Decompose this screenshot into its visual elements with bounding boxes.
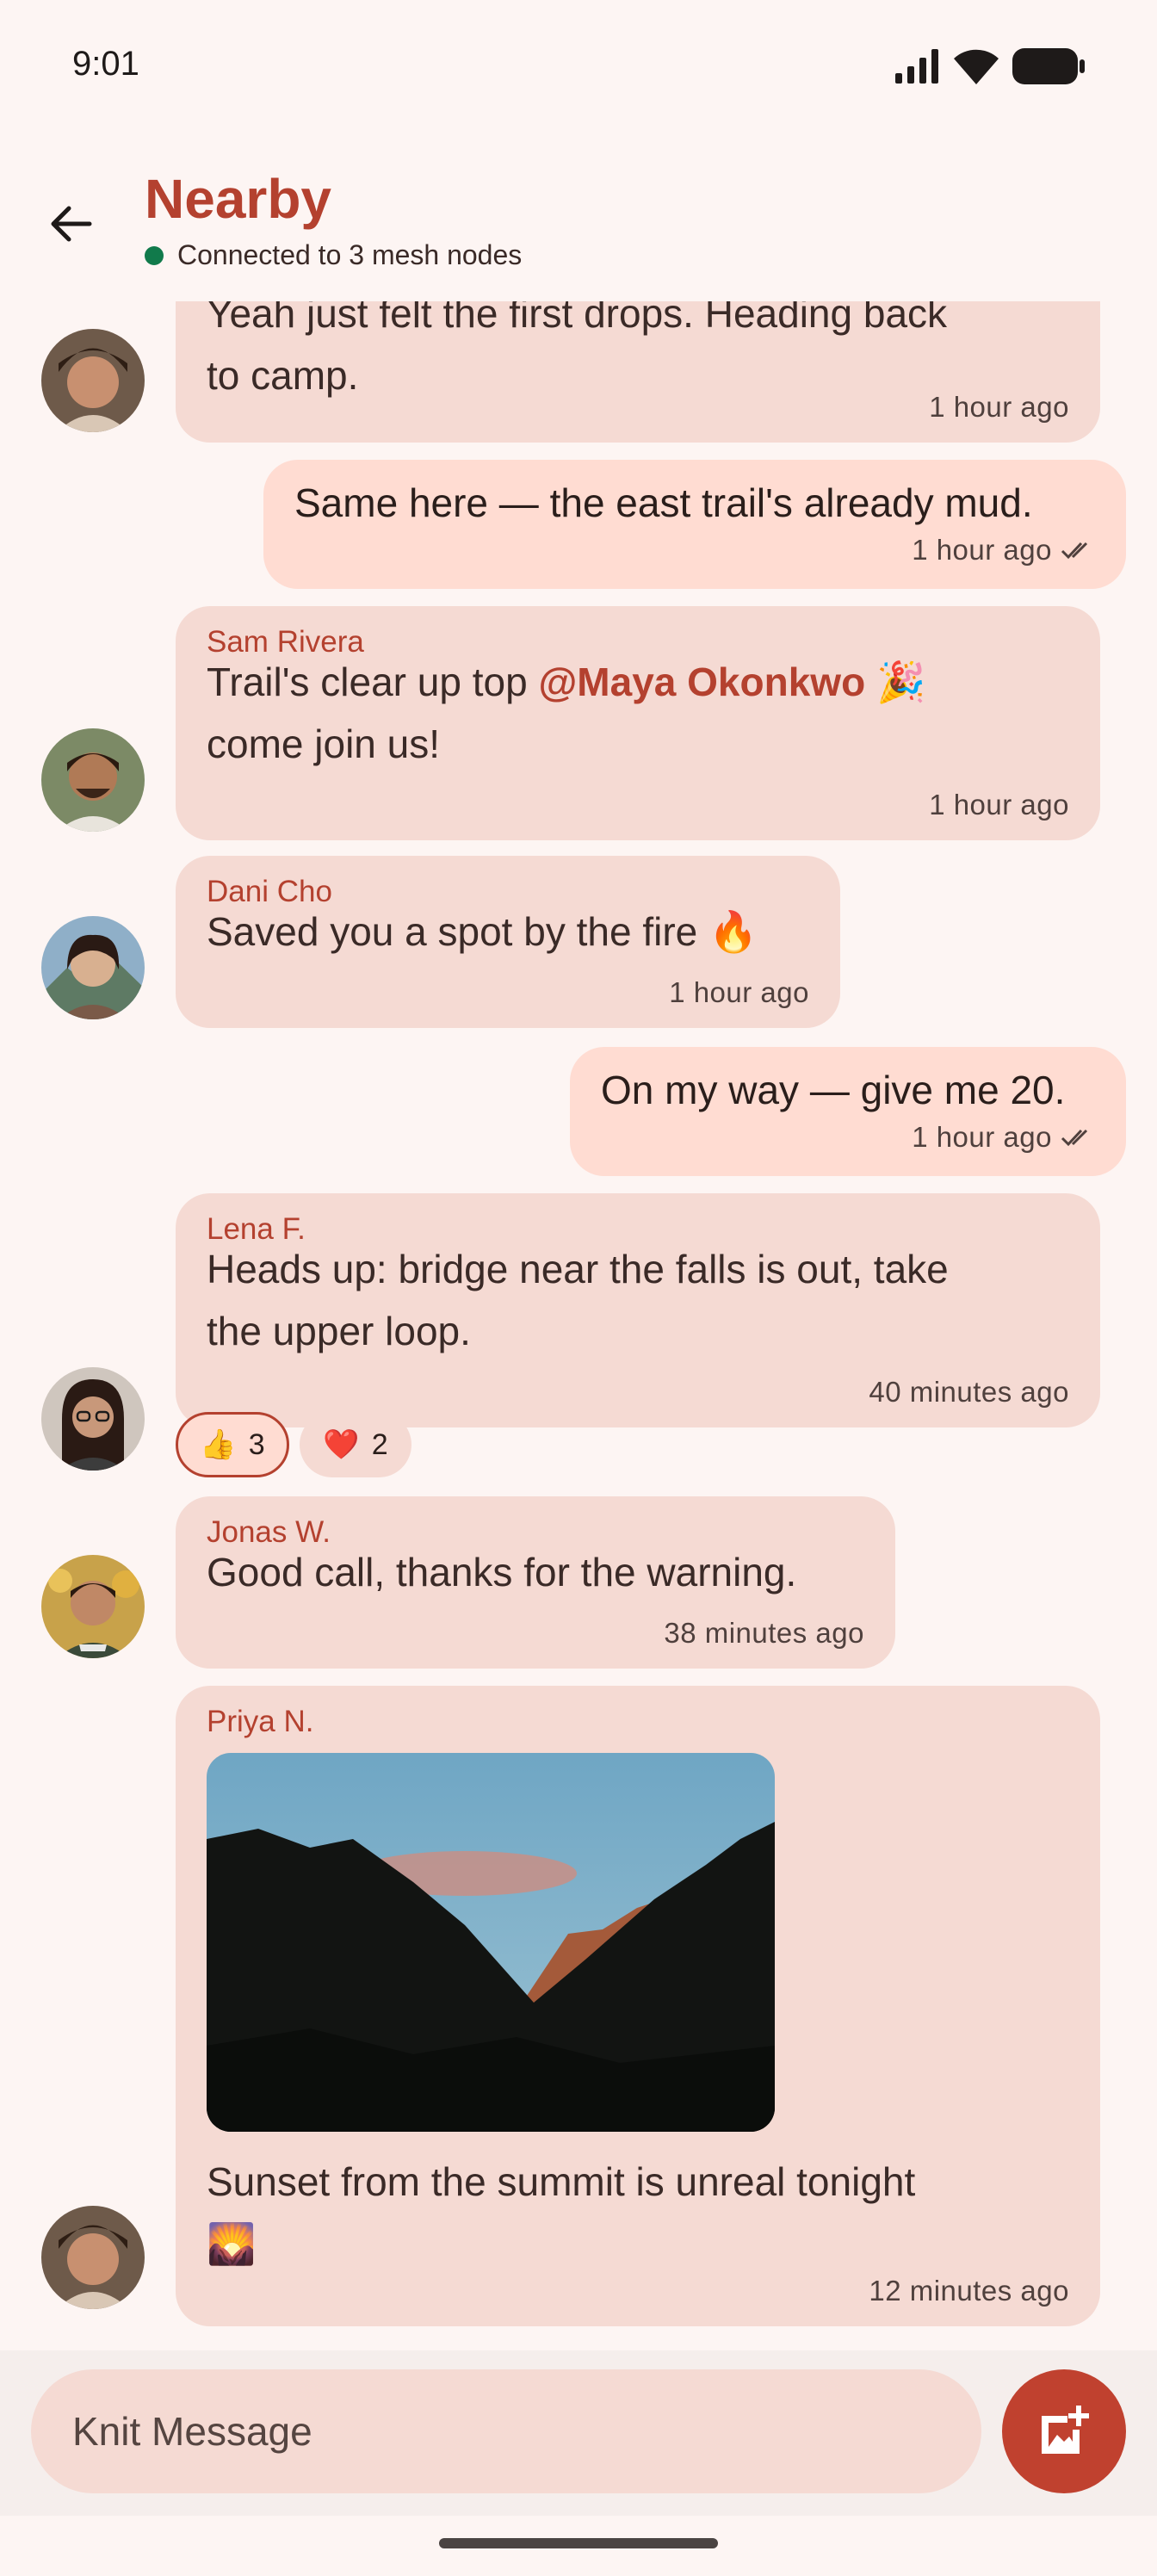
double-check-icon bbox=[1061, 542, 1088, 560]
message-text: 🌄 bbox=[207, 2221, 257, 2266]
avatar[interactable] bbox=[41, 728, 145, 832]
reaction-chip-thumbs-up[interactable]: 👍 3 bbox=[176, 1412, 289, 1477]
message-text: the upper loop. bbox=[207, 1309, 471, 1353]
reaction-count: 3 bbox=[248, 1427, 265, 1461]
avatar[interactable] bbox=[41, 916, 145, 1019]
message-bubble[interactable]: Sam Rivera Trail's clear up top @Maya Ok… bbox=[176, 606, 1100, 840]
reaction-chip-heart[interactable]: ❤️ 2 bbox=[300, 1412, 411, 1477]
message-text: Yeah just felt the first drops. Heading … bbox=[207, 301, 948, 336]
message-time: 40 minutes ago bbox=[869, 1376, 1069, 1408]
message-text: On my way — give me 20. bbox=[601, 1068, 1066, 1112]
message-text: Saved you a spot by the fire 🔥 bbox=[207, 909, 758, 954]
message-text: Trail's clear up top @Maya Okonkwo 🎉 bbox=[207, 659, 926, 704]
message-text: come join us! bbox=[207, 721, 441, 766]
status-time: 9:01 bbox=[72, 45, 139, 83]
thumbs-up-icon: 👍 bbox=[200, 1428, 237, 1461]
mountain-sunset-photo[interactable] bbox=[207, 1753, 775, 2132]
avatar[interactable] bbox=[41, 2206, 145, 2309]
message-time: 1 hour ago bbox=[929, 789, 1069, 820]
avatar[interactable] bbox=[41, 329, 145, 432]
message-text: to camp. bbox=[207, 353, 359, 398]
home-indicator[interactable] bbox=[439, 2538, 718, 2548]
message-time: 12 minutes ago bbox=[869, 2275, 1069, 2307]
message-text: Same here — the east trail's already mud… bbox=[294, 480, 1033, 525]
message-composer bbox=[0, 2350, 1157, 2516]
message-time: 1 hour ago bbox=[912, 1121, 1095, 1154]
message-bubble[interactable]: Yeah just felt the first drops. Heading … bbox=[176, 301, 1100, 443]
message-time: 38 minutes ago bbox=[664, 1617, 864, 1649]
message-time: 1 hour ago bbox=[912, 534, 1095, 567]
online-dot-icon bbox=[145, 245, 164, 265]
page-title: Nearby bbox=[145, 168, 331, 230]
sender-name: Priya N. bbox=[207, 1705, 314, 1738]
mention-link[interactable]: @Maya Okonkwo bbox=[538, 659, 865, 704]
message-bubble-outgoing[interactable]: On my way — give me 20. 1 hour ago bbox=[570, 1047, 1126, 1176]
message-bubble[interactable]: Lena F. Heads up: bridge near the falls … bbox=[176, 1193, 1100, 1427]
message-text: Good call, thanks for the warning. bbox=[207, 1550, 797, 1595]
attach-photo-button[interactable] bbox=[1002, 2369, 1126, 2493]
back-button[interactable] bbox=[34, 188, 107, 260]
message-time: 1 hour ago bbox=[669, 976, 809, 1008]
chat-screen: 9:01 Yeah just felt the first drops. Hea… bbox=[0, 0, 1157, 2576]
reaction-count: 2 bbox=[371, 1427, 388, 1461]
message-bubble-outgoing[interactable]: Same here — the east trail's already mud… bbox=[263, 460, 1126, 589]
status-icons bbox=[895, 45, 1085, 88]
battery-icon bbox=[1012, 48, 1085, 84]
message-bubble[interactable]: Priya N. Sunset from the summit is unrea… bbox=[176, 1686, 1100, 2326]
message-bubble[interactable]: Dani Cho Saved you a spot by the fire 🔥 … bbox=[176, 856, 840, 1028]
message-bubble[interactable]: Jonas W. Good call, thanks for the warni… bbox=[176, 1496, 895, 1669]
add-photo-icon bbox=[1042, 2406, 1089, 2454]
message-input[interactable] bbox=[31, 2369, 981, 2493]
message-text: Sunset from the summit is unreal tonight bbox=[207, 2159, 916, 2204]
message-time: 1 hour ago bbox=[929, 391, 1069, 423]
connection-subtitle: Connected to 3 mesh nodes bbox=[177, 239, 523, 270]
double-check-icon bbox=[1061, 1129, 1088, 1147]
status-bar: 9:01 bbox=[0, 0, 1157, 138]
top-app-bar: Nearby Connected to 3 mesh nodes bbox=[0, 138, 1157, 301]
heart-icon: ❤️ bbox=[323, 1428, 360, 1461]
arrow-back-icon bbox=[51, 206, 92, 242]
avatar[interactable] bbox=[41, 1555, 145, 1658]
signal-icon bbox=[895, 49, 938, 84]
message-text: Heads up: bridge near the falls is out, … bbox=[207, 1247, 949, 1291]
connection-status: Connected to 3 mesh nodes bbox=[145, 239, 522, 271]
wifi-icon bbox=[954, 49, 999, 84]
message-list[interactable]: Yeah just felt the first drops. Heading … bbox=[0, 301, 1157, 2350]
avatar[interactable] bbox=[41, 1367, 145, 1471]
